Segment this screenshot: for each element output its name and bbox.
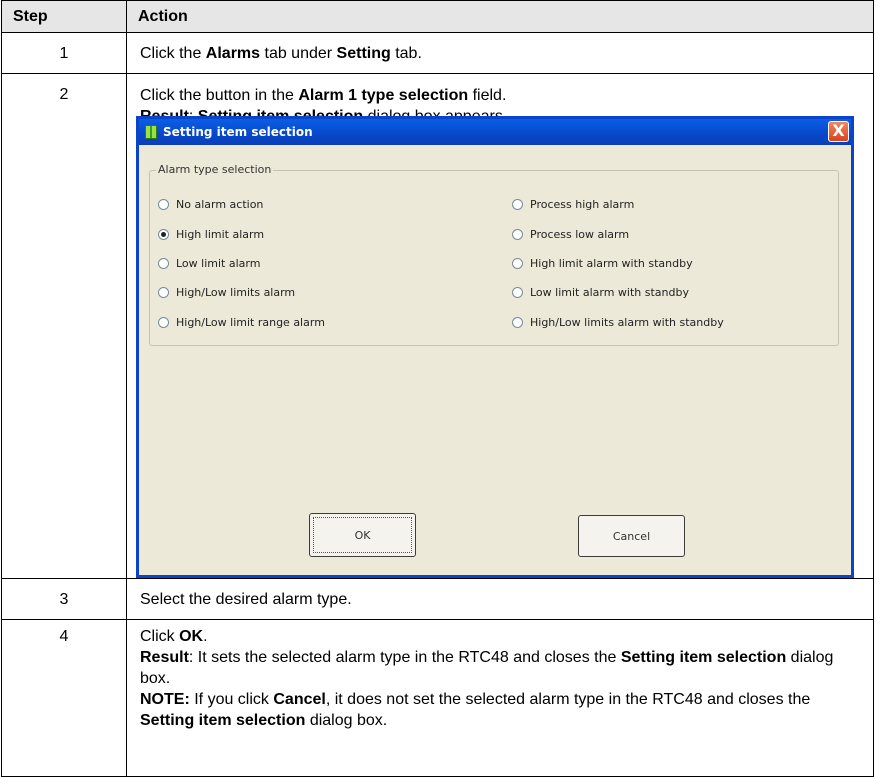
- radio-icon: [158, 287, 169, 298]
- cancel-button[interactable]: Cancel: [578, 515, 685, 557]
- radio-high-low-limit-range-alarm[interactable]: High/Low limit range alarm: [158, 316, 325, 329]
- radio-icon: [512, 199, 523, 210]
- step-header: Step: [1, 0, 127, 33]
- alarm-type-groupbox: Alarm type selection No alarm action Hig…: [149, 163, 839, 346]
- action-text: Select the desired alarm type.: [126, 578, 874, 620]
- step-number: 3: [1, 578, 127, 620]
- radio-high-limit-alarm[interactable]: High limit alarm: [158, 228, 264, 241]
- table-row: 1 Click the Alarms tab under Setting tab…: [1, 32, 874, 74]
- radio-icon: [158, 258, 169, 269]
- table-row: 3 Select the desired alarm type.: [1, 578, 874, 620]
- table-row: 4 Click OK. Result: It sets the selected …: [1, 619, 874, 777]
- radio-icon: [512, 229, 523, 240]
- ok-button[interactable]: OK: [309, 513, 416, 557]
- radio-process-low-alarm[interactable]: Process low alarm: [512, 228, 629, 241]
- radio-icon: [512, 258, 523, 269]
- setting-item-selection-dialog: Setting item selection X Alarm type sele…: [136, 116, 854, 578]
- action-text: Click OK. Result: It sets the selected al…: [126, 619, 874, 777]
- close-button[interactable]: X: [828, 121, 849, 142]
- step-number: 4: [1, 619, 127, 777]
- group-label: Alarm type selection: [156, 163, 274, 176]
- radio-selected-icon: [158, 229, 169, 240]
- action-header: Action: [126, 0, 874, 33]
- header-row: Step Action: [1, 0, 874, 33]
- radio-process-high-alarm[interactable]: Process high alarm: [512, 198, 634, 211]
- action-text: Click the Alarms tab under Setting tab.: [126, 32, 874, 74]
- radio-icon: [512, 287, 523, 298]
- dialog-titlebar[interactable]: Setting item selection X: [139, 119, 851, 145]
- radio-no-alarm-action[interactable]: No alarm action: [158, 198, 263, 211]
- radio-icon: [512, 317, 523, 328]
- step-number: 1: [1, 32, 127, 74]
- radio-high-low-limits-alarm-standby[interactable]: High/Low limits alarm with standby: [512, 316, 724, 329]
- radio-icon: [158, 317, 169, 328]
- dialog-title: Setting item selection: [163, 125, 313, 139]
- app-icon: [145, 125, 157, 139]
- radio-icon: [158, 199, 169, 210]
- radio-low-limit-alarm[interactable]: Low limit alarm: [158, 257, 260, 270]
- step-number: 2: [1, 73, 127, 579]
- radio-high-low-limits-alarm[interactable]: High/Low limits alarm: [158, 286, 295, 299]
- radio-high-limit-alarm-standby[interactable]: High limit alarm with standby: [512, 257, 693, 270]
- radio-low-limit-alarm-standby[interactable]: Low limit alarm with standby: [512, 286, 689, 299]
